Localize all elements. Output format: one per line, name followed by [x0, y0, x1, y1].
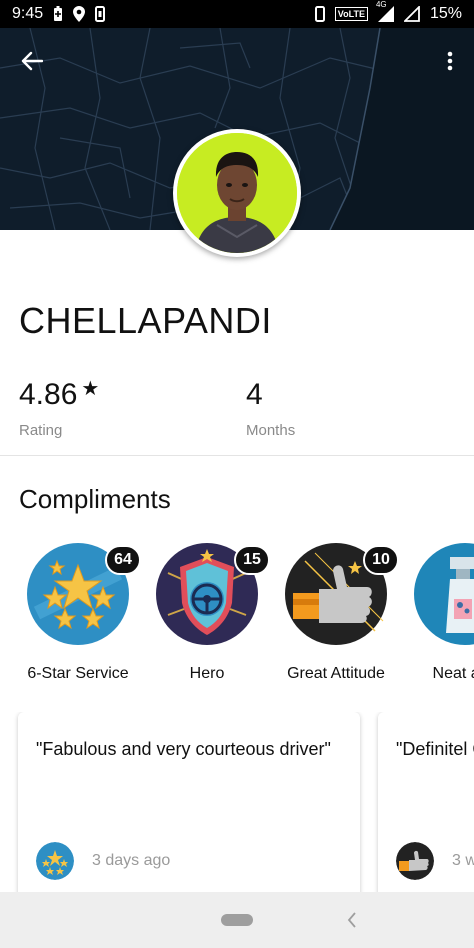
signal-icon: 4G: [376, 0, 394, 22]
system-navigation-bar: [0, 892, 474, 948]
review-time: 3 days ago: [92, 852, 171, 869]
review-stars-icon: [36, 842, 74, 880]
compliment-label: Neat and: [432, 665, 474, 682]
compliment-badge-six-star[interactable]: 64 6-Star Service: [13, 543, 143, 683]
rating-stat: 4.86 ★ Rating: [19, 378, 99, 439]
compliment-badge-great-attitude[interactable]: 10 Great Attitude: [271, 543, 401, 683]
more-options-button[interactable]: [436, 46, 464, 76]
wifi-signal-icon: [403, 6, 420, 22]
network-type-label: 4G: [375, 0, 387, 9]
volte-badge: VoLTE: [334, 7, 368, 21]
compliment-badge-hero[interactable]: 15 Hero: [142, 543, 272, 683]
compliment-badge-neat[interactable]: Neat and: [400, 543, 474, 683]
vibrate-icon: [95, 6, 106, 22]
status-bar: 9:45 VoLTE 4G 15%: [0, 0, 474, 28]
compliment-badges-carousel[interactable]: 64 6-Star Service 15 Hero 10 Great Attit…: [0, 543, 474, 693]
review-card[interactable]: "Fabulous and very courteous driver" 3 d…: [18, 712, 360, 897]
compliment-count: 10: [363, 545, 399, 575]
back-button[interactable]: [14, 46, 50, 76]
compliments-title: Compliments: [19, 484, 171, 514]
review-text: "Fabulous and very courteous driver": [36, 739, 331, 759]
rating-label: Rating: [19, 422, 63, 439]
star-icon: ★: [81, 378, 100, 400]
driver-name: CHELLAPANDI: [19, 300, 272, 341]
nav-back-icon[interactable]: [346, 910, 358, 930]
phone-icon: [314, 6, 325, 22]
spray-bottle-icon: [414, 543, 474, 645]
divider: [0, 455, 474, 456]
review-cards-carousel[interactable]: "Fabulous and very courteous driver" 3 d…: [0, 712, 474, 897]
location-icon: [73, 6, 86, 22]
months-value: 4: [246, 378, 263, 411]
driver-avatar: [173, 129, 301, 257]
compliment-count: 15: [234, 545, 270, 575]
home-button[interactable]: [221, 914, 253, 926]
compliment-label: 6-Star Service: [27, 665, 129, 682]
battery-percent: 15%: [429, 5, 462, 22]
review-time: 3 w: [452, 852, 474, 869]
arrow-left-icon: [21, 51, 43, 71]
battery-saver-icon: [53, 6, 63, 22]
rating-value: 4.86: [19, 378, 78, 411]
driver-photo: [177, 133, 297, 253]
compliment-count: 64: [105, 545, 141, 575]
compliment-label: Hero: [189, 665, 225, 682]
more-vertical-icon: [447, 51, 453, 71]
months-stat: 4 Months: [246, 378, 295, 439]
months-label: Months: [246, 422, 296, 439]
review-card[interactable]: "Definitel Clean car experienc 3 w: [378, 712, 474, 897]
compliment-label: Great Attitude: [287, 665, 385, 682]
status-time: 9:45: [12, 5, 44, 22]
review-text: "Definitel Clean car experienc: [396, 739, 474, 759]
review-thumbs-up-icon: [396, 842, 434, 880]
